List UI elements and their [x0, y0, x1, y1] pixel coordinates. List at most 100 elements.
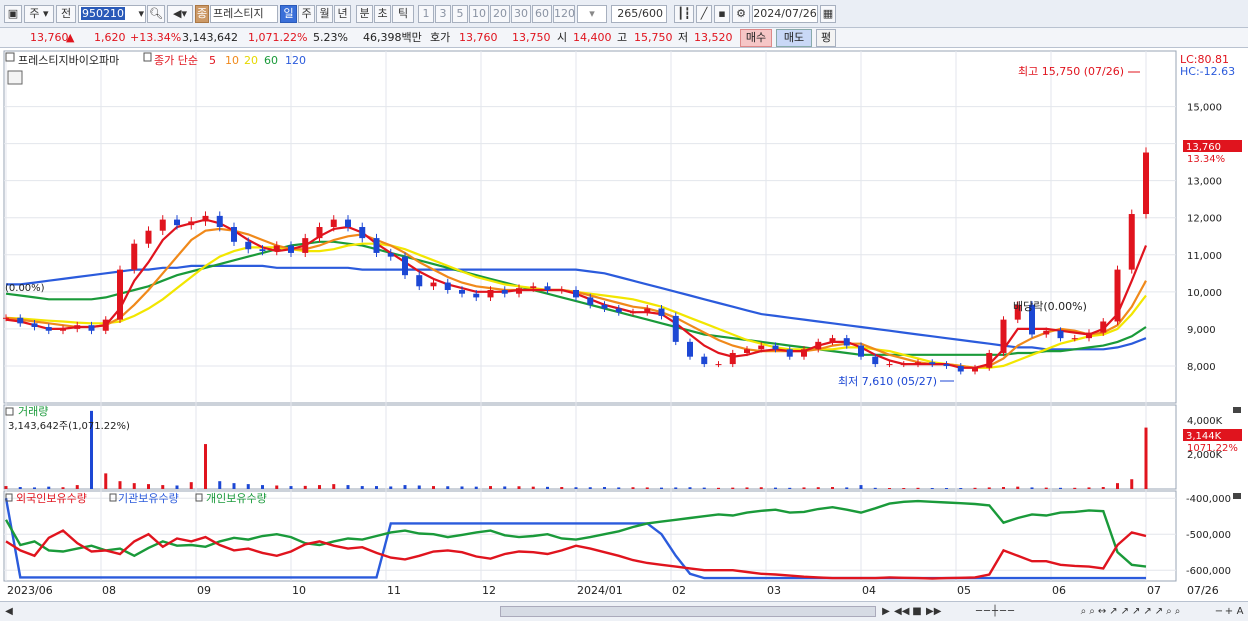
sound-icon[interactable]: ◀▾	[167, 5, 193, 23]
draw-tools-icon[interactable]: ╱	[696, 5, 712, 23]
stock-chart[interactable]: 8,0009,00010,00011,00012,00013,00014,000…	[0, 48, 1248, 601]
candle-body	[601, 304, 608, 309]
stock-type-badge: 종	[195, 5, 209, 23]
candle-body	[943, 364, 950, 366]
time-tick-label: 2023/06	[7, 584, 53, 597]
scroll-right-icon[interactable]: ▶	[880, 605, 892, 618]
candle-body	[102, 319, 109, 331]
volume-bar	[745, 487, 749, 489]
volume-value-text: 3,143,642주(1,071.22%)	[8, 421, 130, 432]
prev-button[interactable]: 전	[56, 5, 76, 23]
candle-body	[387, 252, 394, 257]
date-field[interactable]: 2024/07/26	[752, 5, 818, 23]
chart-area[interactable]: 8,0009,00010,00011,00012,00013,00014,000…	[0, 48, 1248, 601]
change-percent: +13.34%	[130, 31, 182, 44]
candle-body	[1100, 321, 1107, 333]
quote-bar: 13,760 ▲ 1,620 +13.34% 3,143,642 1,071.2…	[0, 28, 1248, 48]
font-size-icon[interactable]: A	[1234, 605, 1246, 618]
chart-scrollbar[interactable]: ◀ ▶ ◀◀ ■ ▶▶ ──┼── ⌕⌕↔↗↗↗↗↗⌕⌕ − + A	[0, 601, 1248, 621]
volume-bar	[1059, 487, 1062, 489]
candle-body	[1000, 319, 1007, 353]
candle-body	[245, 241, 252, 250]
time-tick-label: 06	[1052, 584, 1066, 597]
candle-body	[701, 356, 708, 365]
time-tick-label: 11	[387, 584, 401, 597]
candle-body	[658, 308, 665, 316]
scroll-thumb[interactable]	[500, 606, 876, 617]
buy-button[interactable]: 매수	[740, 29, 772, 47]
candle-body	[516, 288, 522, 294]
volume-bar	[902, 488, 906, 489]
interval-20[interactable]: 20	[490, 5, 510, 23]
holdings-panel-close-icon[interactable]	[1233, 493, 1241, 499]
rewind-icon[interactable]: ◀◀	[894, 605, 909, 618]
candle-body	[729, 352, 736, 365]
current-price: 13,760	[30, 31, 69, 44]
volume-bar	[588, 487, 592, 489]
interval-5[interactable]: 5	[452, 5, 468, 23]
volume-percent: 1,071.22%	[248, 31, 308, 44]
eval-button[interactable]: 평	[816, 29, 836, 47]
candle-body	[915, 362, 921, 365]
volume-bar	[261, 485, 264, 489]
period-second[interactable]: 초	[374, 5, 391, 23]
table-view-icon[interactable]	[7, 70, 23, 85]
period-month[interactable]: 월	[316, 5, 333, 23]
period-day[interactable]: 일	[280, 5, 297, 23]
volume-bar	[360, 486, 364, 489]
volume-panel-close-icon[interactable]	[1233, 407, 1241, 413]
period-week[interactable]: 주	[298, 5, 315, 23]
interval-60[interactable]: 60	[532, 5, 552, 23]
draw-tools-strip-icon[interactable]: ⌕⌕↔↗↗↗↗↗⌕⌕	[1052, 605, 1212, 618]
save-icon[interactable]: ▪	[714, 5, 730, 23]
market-select[interactable]: 주 ▾	[24, 5, 54, 23]
zoom-slider[interactable]: ──┼──	[946, 605, 1046, 618]
candle-body	[558, 289, 565, 291]
hc-label: HC:-12.63	[1180, 65, 1235, 78]
candle-type-icon[interactable]: ┃┇	[674, 5, 694, 23]
settings-gear-icon[interactable]: ⚙	[732, 5, 750, 23]
candle-body	[259, 249, 266, 252]
stock-name-field[interactable]: 프레스티지	[210, 5, 278, 23]
volume-bar	[1016, 486, 1020, 489]
volume-bar	[531, 486, 535, 489]
candle-body	[430, 282, 437, 287]
stop-icon[interactable]: ■	[910, 605, 924, 618]
volume-bar	[61, 487, 65, 489]
interval-30[interactable]: 30	[511, 5, 531, 23]
stock-code-input[interactable]: 950210 ▾	[78, 5, 146, 23]
interval-select[interactable]: ▾	[577, 5, 607, 23]
volume-bar	[104, 473, 108, 489]
period-minute[interactable]: 분	[356, 5, 373, 23]
volume-axis-top: 4,000K	[1187, 416, 1223, 427]
volume-bar	[1130, 479, 1134, 489]
window-icon[interactable]: ▣	[4, 5, 22, 23]
candle-body	[117, 269, 123, 320]
interval-1[interactable]: 1	[418, 5, 434, 23]
sell-button[interactable]: 매도	[776, 29, 812, 47]
volume-bar	[631, 487, 635, 489]
count-field[interactable]: 265/600	[611, 5, 667, 23]
candle-body	[359, 227, 366, 239]
holdings-tick-label: -600,000	[1186, 566, 1231, 577]
period-tick[interactable]: 틱	[392, 5, 414, 23]
volume-bar	[831, 487, 834, 489]
candle-body	[886, 364, 893, 366]
forward-icon[interactable]: ▶▶	[926, 605, 941, 618]
minus-icon[interactable]: −	[1214, 605, 1224, 618]
interval-3[interactable]: 3	[435, 5, 451, 23]
calendar-icon[interactable]: ▦	[820, 5, 836, 23]
interval-10[interactable]: 10	[469, 5, 489, 23]
interval-120[interactable]: 120	[553, 5, 575, 23]
period-year[interactable]: 년	[334, 5, 351, 23]
candle-body	[687, 341, 693, 357]
volume-bar	[788, 487, 792, 489]
volume-bar	[645, 487, 649, 489]
time-tick-label: 08	[102, 584, 116, 597]
search-icon[interactable]: 🔍︎	[147, 5, 165, 23]
volume-bar	[132, 483, 136, 489]
main-toolbar: ▣ 주 ▾ 전 950210 ▾ 🔍︎ ◀▾ 종 프레스티지 일 주 월 년 분 …	[0, 0, 1248, 28]
scroll-left-icon[interactable]: ◀	[4, 605, 14, 618]
plus-icon[interactable]: +	[1224, 605, 1234, 618]
candle-body	[772, 345, 779, 350]
